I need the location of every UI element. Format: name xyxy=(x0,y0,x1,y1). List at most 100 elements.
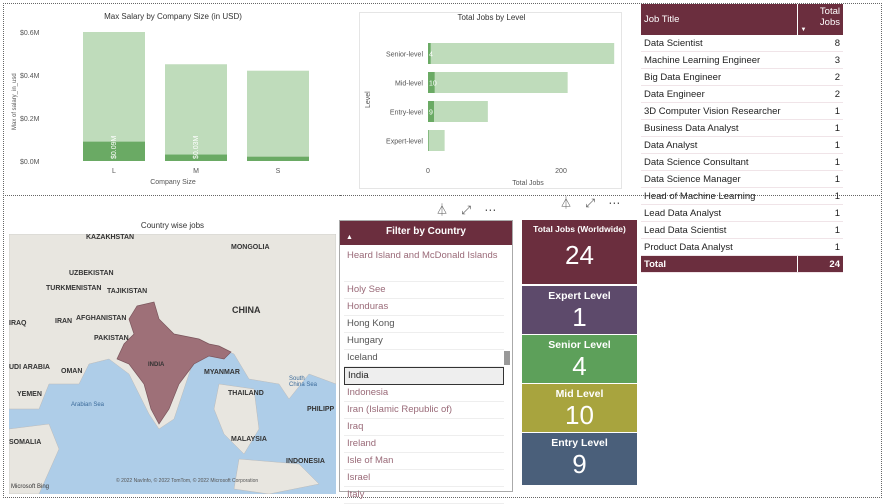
job-title-cell: Machine Learning Engineer xyxy=(641,51,797,69)
kpi-value: 10 xyxy=(565,400,594,430)
table-total-row: Total 24 xyxy=(641,255,843,273)
kpi-label: Senior Level xyxy=(548,339,611,351)
table-row[interactable]: Data Engineer 2 xyxy=(641,85,843,103)
map-label: SOMALIA xyxy=(9,439,42,446)
filter-item[interactable]: Honduras xyxy=(344,299,504,316)
focus-mode-icon[interactable]: ⤢ xyxy=(585,196,595,210)
kpi-value: 4 xyxy=(572,351,587,381)
visual-header-icons: ⏃ ⤢ ⋯ xyxy=(560,194,620,211)
filter-item[interactable]: Heard Island and McDonald Islands xyxy=(344,249,504,282)
level-x-axis-label: Total Jobs xyxy=(512,180,544,187)
collapse-up-icon[interactable]: ▲ xyxy=(346,227,353,249)
filter-item[interactable]: Hong Kong xyxy=(344,316,504,333)
salary-y-tick: $0.0M xyxy=(20,159,40,166)
level-y-axis-label: Level xyxy=(365,91,372,108)
salary-bar-highlight[interactable] xyxy=(247,156,309,161)
total-jobs-cell: 1 xyxy=(797,119,843,137)
level-bar[interactable] xyxy=(428,101,488,122)
kpi-value: 24 xyxy=(565,240,594,270)
table-row[interactable]: Product Data Analyst 1 xyxy=(641,238,843,256)
focus-mode-icon[interactable]: ⤢ xyxy=(461,203,471,217)
table-row[interactable]: Big Data Engineer 2 xyxy=(641,68,843,86)
filter-icon[interactable]: ⏃ xyxy=(436,203,448,217)
salary-y-tick: $0.2M xyxy=(20,116,40,123)
table-row[interactable]: Data Science Consultant 1 xyxy=(641,153,843,171)
scrollbar-thumb[interactable] xyxy=(504,351,510,365)
job-title-cell: Data Scientist xyxy=(641,35,797,52)
map-label: IRAN xyxy=(55,318,73,325)
kpi-value: 9 xyxy=(572,449,587,479)
table-row[interactable]: 3D Computer Vision Researcher 1 xyxy=(641,102,843,120)
map-label: AFGHANISTAN xyxy=(76,315,127,322)
table-row[interactable]: Lead Data Analyst 1 xyxy=(641,204,843,222)
filter-item[interactable]: Holy See xyxy=(344,282,504,299)
salary-data-label: $0.09M xyxy=(111,135,118,159)
kpi-expert-level: Expert Level 1 xyxy=(522,286,637,334)
table-row[interactable]: Business Data Analyst 1 xyxy=(641,119,843,137)
level-bar[interactable] xyxy=(428,72,568,93)
salary-bar[interactable] xyxy=(247,70,309,161)
table-row[interactable]: Machine Learning Engineer 3 xyxy=(641,51,843,69)
filter-item[interactable]: Ireland xyxy=(344,436,504,453)
level-bar[interactable] xyxy=(428,43,615,64)
filter-item[interactable]: Hungary xyxy=(344,333,504,350)
salary-data-label: $0.03M xyxy=(193,135,200,159)
table-row[interactable]: Head of Machine Learning 1 xyxy=(641,187,843,205)
map-label: South China Sea xyxy=(289,376,318,388)
filter-header[interactable]: Filter by Country ▲ xyxy=(340,221,512,245)
salary-x-tick: L xyxy=(112,168,116,175)
column-header-total-jobs[interactable]: Total Jobs ▼ xyxy=(796,4,843,35)
total-jobs-cell: 1 xyxy=(797,102,843,120)
salary-x-axis-label: Company Size xyxy=(150,179,196,186)
filter-item[interactable]: Iraq xyxy=(344,419,504,436)
salary-chart[interactable]: Max Salary by Company Size (in USD) $0.6… xyxy=(8,8,338,190)
total-jobs-cell: 1 xyxy=(797,153,843,171)
filter-item[interactable]: Iran (Islamic Republic of) xyxy=(344,402,504,419)
more-options-icon[interactable]: ⋯ xyxy=(484,203,496,217)
filter-item[interactable]: India xyxy=(344,367,504,385)
filter-item[interactable]: Israel xyxy=(344,470,504,487)
total-value: 24 xyxy=(796,255,843,273)
country-map[interactable]: KAZAKHSTAN MONGOLIA UZBEKISTAN TURKMENIS… xyxy=(9,234,336,494)
filter-item[interactable]: Indonesia xyxy=(344,385,504,402)
divider xyxy=(3,195,340,196)
filter-list: Heard Island and McDonald Islands Holy Se… xyxy=(344,249,504,504)
map-label: IRAQ xyxy=(9,320,27,327)
job-title-cell: Lead Data Analyst xyxy=(641,204,797,222)
level-bar[interactable] xyxy=(428,130,445,151)
country-filter-slicer[interactable]: Filter by Country ▲ Heard Island and McD… xyxy=(339,220,513,504)
job-title-cell: 3D Computer Vision Researcher xyxy=(641,102,797,120)
scrollbar[interactable] xyxy=(504,249,510,489)
map-label: CHINA xyxy=(232,305,261,315)
total-label: Total xyxy=(641,255,797,273)
filter-item[interactable]: Isle of Man xyxy=(344,453,504,470)
level-bar-highlight[interactable] xyxy=(428,130,429,151)
level-data-label: 9 xyxy=(429,110,433,117)
column-header-job-title[interactable]: Job Title xyxy=(641,4,797,35)
filter-icon[interactable]: ⏃ xyxy=(560,196,572,210)
kpi-value: 1 xyxy=(572,302,587,332)
level-chart[interactable]: Total Jobs by Level Level 4 Senior-level 1… xyxy=(359,12,622,189)
bing-logo: Microsoft Bing xyxy=(11,484,50,490)
total-jobs-cell: 1 xyxy=(797,221,843,239)
kpi-total-jobs: Total Jobs (Worldwide) 24 xyxy=(522,220,637,284)
table-row[interactable]: Data Scientist 8 xyxy=(641,35,843,52)
salary-x-tick: M xyxy=(193,168,199,175)
map-copyright: © 2022 NavInfo, © 2022 TomTom, © 2022 Mi… xyxy=(116,478,259,484)
kpi-label: Mid Level xyxy=(555,388,604,400)
map-label: MONGOLIA xyxy=(231,244,270,251)
table-row[interactable]: Data Science Manager 1 xyxy=(641,170,843,188)
map-label: THAILAND xyxy=(228,390,264,397)
more-options-icon[interactable]: ⋯ xyxy=(608,196,620,210)
map-label: PAKISTAN xyxy=(94,335,129,342)
job-title-table[interactable]: Job Title Total Jobs ▼ Data Scientist 8 Mac… xyxy=(641,4,843,273)
map-label: MALAYSIA xyxy=(231,436,267,443)
salary-x-tick: S xyxy=(276,168,281,175)
table-row[interactable]: Lead Data Scientist 1 xyxy=(641,221,843,239)
filter-item[interactable]: Italy xyxy=(344,487,504,504)
table-row[interactable]: Data Analyst 1 xyxy=(641,136,843,154)
map-title: Country wise jobs xyxy=(140,221,205,230)
level-y-tick: Mid-level xyxy=(395,81,423,88)
total-jobs-cell: 2 xyxy=(797,85,843,103)
filter-item[interactable]: Iceland xyxy=(344,350,504,367)
